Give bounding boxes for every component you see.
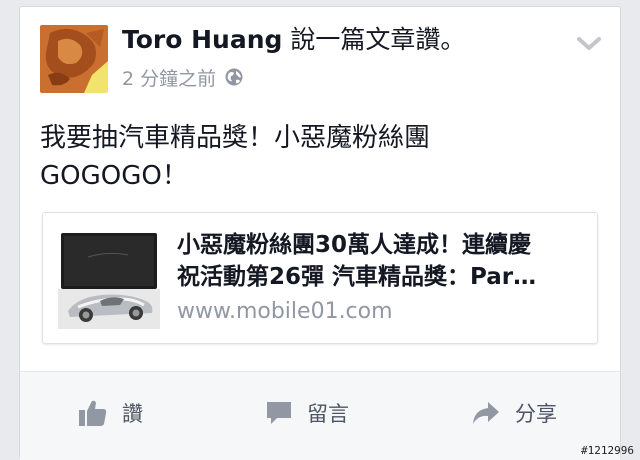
watermark: #1212996: [581, 444, 634, 457]
comment-label: 留言: [307, 402, 349, 426]
status-text: 我要抽汽車精品獎！小惡魔粉絲團 GOGOGO！: [40, 119, 600, 195]
status-line: GOGOGO！: [40, 161, 188, 191]
post-card: Toro Huang 說一篇文章讚。 2 分鐘之前 我要抽汽車精品獎！小惡魔粉絲…: [19, 6, 621, 460]
link-thumbnail[interactable]: [58, 227, 160, 329]
thumbs-up-icon: [79, 400, 107, 426]
like-button[interactable]: 讚: [78, 395, 143, 431]
post-header: Toro Huang 說一篇文章讚。: [122, 23, 562, 57]
share-icon: [473, 402, 499, 424]
link-title-line: 祝活動第26彈 汽車精品獎：Par…: [177, 264, 537, 290]
author-name[interactable]: Toro Huang: [122, 25, 282, 54]
activity-text: 說一篇文章讚。: [290, 25, 466, 54]
status-line: 我要抽汽車精品獎！小惡魔粉絲團: [40, 123, 431, 153]
globe-icon[interactable]: [224, 67, 244, 87]
share-button[interactable]: 分享: [471, 395, 557, 431]
timestamp[interactable]: 2 分鐘之前: [122, 64, 216, 91]
action-bar: 讚 留言 分享: [20, 371, 620, 460]
link-title-line: 小惡魔粉絲團30萬人達成！連續慶: [177, 232, 532, 258]
like-label: 讚: [122, 402, 143, 426]
comment-icon: [267, 402, 291, 424]
share-label: 分享: [515, 402, 557, 426]
link-preview[interactable]: 小惡魔粉絲團30萬人達成！連續慶 祝活動第26彈 汽車精品獎：Par… www.…: [42, 212, 598, 344]
link-domain: www.mobile01.com: [177, 299, 393, 324]
link-title[interactable]: 小惡魔粉絲團30萬人達成！連續慶 祝活動第26彈 汽車精品獎：Par…: [177, 229, 579, 293]
post-meta: 2 分鐘之前: [122, 63, 244, 91]
avatar[interactable]: [40, 25, 108, 93]
comment-button[interactable]: 留言: [265, 395, 349, 431]
chevron-down-icon[interactable]: [576, 33, 602, 55]
